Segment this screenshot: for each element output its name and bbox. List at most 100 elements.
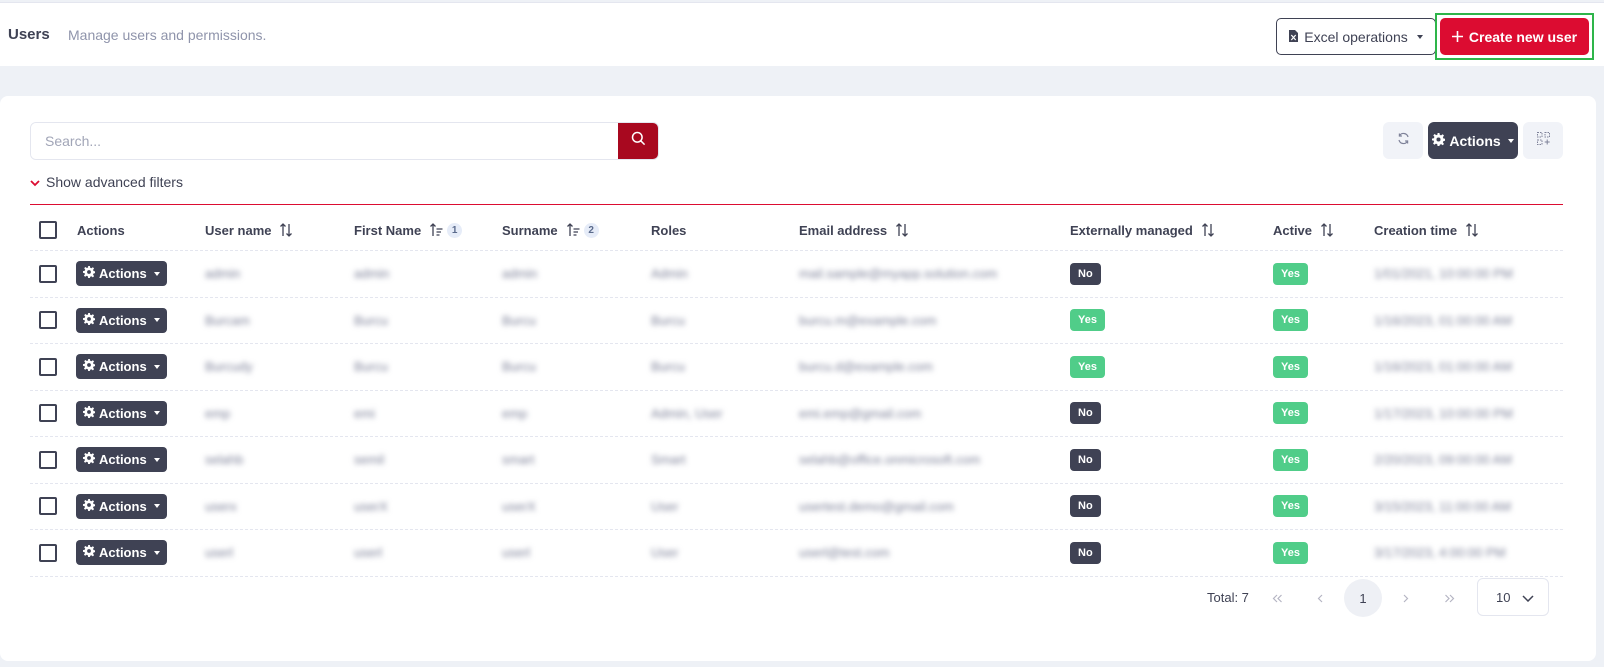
refresh-button[interactable] — [1383, 122, 1423, 159]
search-button[interactable] — [618, 123, 658, 159]
externally-managed-badge: No — [1070, 541, 1101, 564]
row-actions-button[interactable]: Actions — [76, 307, 167, 333]
surname-cell: Burcu — [502, 359, 536, 375]
row-select-cell — [39, 530, 57, 576]
row-checkbox[interactable] — [39, 497, 57, 516]
creation-time-cell: 2/20/2023, 09:00:00 AM — [1374, 452, 1513, 468]
column-header-roles: Roles — [651, 222, 687, 238]
row-actions-button[interactable]: Actions — [76, 354, 167, 380]
bulk-actions-button[interactable]: Actions — [1428, 122, 1518, 159]
column-header-first-name[interactable]: First Name 1 — [354, 210, 463, 250]
creation-time-cell: 1/01/2021, 10:00:00 PM — [1374, 266, 1513, 282]
surname-cell: admin — [502, 266, 538, 282]
caret-down-icon — [153, 364, 160, 369]
creation-time-cell: 1/16/2023, 01:00:00 AM — [1374, 359, 1513, 375]
sort-order-badge: 2 — [583, 222, 599, 238]
page-button[interactable]: 1 — [1344, 579, 1382, 617]
sort-icon[interactable] — [1201, 223, 1215, 237]
column-header-creation-time[interactable]: Creation time — [1374, 210, 1479, 250]
caret-down-icon — [153, 271, 160, 276]
chevron-down-icon — [1522, 590, 1534, 605]
previous-page-button[interactable] — [1301, 579, 1339, 617]
email-cell: userl@test.com — [799, 545, 890, 561]
row-actions-cell: Actions — [76, 530, 167, 576]
page-title: Users — [8, 26, 50, 43]
page-size-select[interactable]: 10 — [1477, 578, 1549, 616]
excel-operations-label: Excel operations — [1304, 28, 1408, 45]
email-cell: usertest.demo@gmail.com — [799, 498, 954, 514]
excel-operations-button[interactable]: Excel operations — [1276, 18, 1436, 55]
caret-down-icon — [153, 504, 160, 509]
grid-icon — [1536, 131, 1550, 150]
roles-cell: Admin — [651, 266, 688, 282]
row-actions-button[interactable]: Actions — [76, 261, 167, 287]
next-page-button[interactable] — [1387, 579, 1425, 617]
caret-down-icon — [153, 318, 160, 323]
column-header-user-name[interactable]: User name — [205, 210, 293, 250]
roles-cell: Admin, User — [651, 405, 723, 421]
advanced-filters-label: Show advanced filters — [46, 174, 183, 190]
sort-icon[interactable] — [279, 223, 293, 237]
externally-managed-cell: Yes — [1070, 344, 1105, 390]
column-header-externally-managed[interactable]: Externally managed — [1070, 210, 1215, 250]
active-cell: Yes — [1273, 437, 1308, 483]
column-settings-button[interactable] — [1523, 122, 1563, 159]
surname-cell: emp — [502, 405, 528, 421]
bulk-actions-label: Actions — [1449, 132, 1501, 149]
creation-time-cell: 1/16/2023, 01:00:00 AM — [1374, 312, 1513, 328]
externally-managed-badge: No — [1070, 402, 1101, 425]
table-row: Actions selahb semil smart Smart selahb@offic… — [30, 437, 1563, 484]
row-checkbox[interactable] — [39, 543, 57, 562]
column-header-active[interactable]: Active — [1273, 210, 1334, 250]
double-chevron-right-icon — [1444, 591, 1455, 606]
roles-cell: User — [651, 498, 679, 514]
externally-managed-cell: No — [1070, 251, 1101, 297]
active-badge: Yes — [1273, 309, 1308, 332]
user-name-cell: emp — [205, 405, 231, 421]
row-actions-cell: Actions — [76, 391, 167, 437]
select-all-cell — [39, 210, 57, 250]
active-badge: Yes — [1273, 402, 1308, 425]
email-cell: burcu.d@example.com — [799, 359, 933, 375]
row-actions-button[interactable]: Actions — [76, 540, 167, 566]
row-checkbox[interactable] — [39, 357, 57, 376]
advanced-filters-toggle[interactable]: Show advanced filters — [30, 174, 183, 190]
double-chevron-left-icon — [1272, 591, 1283, 606]
user-name-cell: userx — [205, 498, 237, 514]
user-name-cell: selahb — [205, 452, 244, 468]
first-name-cell: semil — [354, 452, 385, 468]
email-cell: mail.sample@myapp.solution.com — [799, 266, 998, 282]
column-header-email[interactable]: Email address — [799, 210, 909, 250]
total-count: Total: 7 — [1207, 590, 1249, 605]
column-header-surname[interactable]: Surname 2 — [502, 210, 599, 250]
externally-managed-badge: Yes — [1070, 309, 1105, 332]
row-checkbox[interactable] — [39, 450, 57, 469]
create-new-user-label: Create new user — [1468, 28, 1578, 45]
create-new-user-button[interactable]: Create new user — [1440, 18, 1589, 55]
first-name-cell: emi — [354, 405, 375, 421]
first-page-button[interactable] — [1258, 579, 1296, 617]
select-all-checkbox[interactable] — [39, 221, 57, 239]
row-actions-button[interactable]: Actions — [76, 447, 167, 473]
row-actions-button[interactable]: Actions — [76, 400, 167, 426]
sort-icon[interactable] — [1320, 223, 1334, 237]
sort-ascending-icon[interactable] — [566, 223, 580, 237]
row-select-cell — [39, 437, 57, 483]
email-cell: burcu.m@example.com — [799, 312, 937, 328]
sort-icon[interactable] — [895, 223, 909, 237]
users-card: Actions Show advanced filters Actions Us… — [0, 96, 1596, 661]
row-checkbox[interactable] — [39, 311, 57, 330]
search-input[interactable] — [31, 123, 618, 159]
row-checkbox[interactable] — [39, 404, 57, 423]
user-name-cell: Burcudy — [205, 359, 253, 375]
last-page-button[interactable] — [1430, 579, 1468, 617]
row-checkbox[interactable] — [39, 264, 57, 283]
surname-cell: userl — [502, 545, 531, 561]
row-actions-button[interactable]: Actions — [76, 493, 167, 519]
sort-ascending-icon[interactable] — [429, 223, 443, 237]
creation-time-cell: 3/15/2023, 11:00:00 AM — [1374, 498, 1512, 514]
table-row: Actions userx userX userX User usertest.demo@… — [30, 484, 1563, 530]
sort-icon[interactable] — [1465, 223, 1479, 237]
gear-icon — [83, 312, 96, 328]
first-name-cell: Burcu — [354, 359, 388, 375]
